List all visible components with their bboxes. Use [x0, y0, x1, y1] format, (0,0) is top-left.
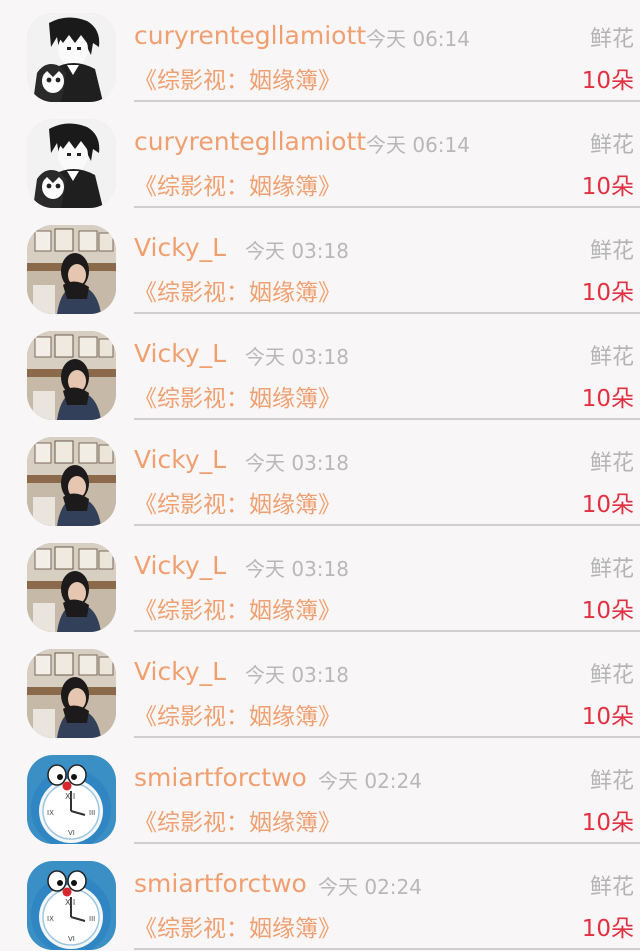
username[interactable]: smiartforctwo [134, 869, 307, 898]
svg-text:III: III [89, 809, 95, 817]
timestamp: 今天 03:18 [245, 557, 349, 581]
gift-type-label: 鲜花 [589, 27, 634, 52]
gift-type-label: 鲜花 [589, 557, 634, 582]
book-title[interactable]: 《综影视：姻缘簿》 [134, 591, 341, 625]
row-divider [134, 100, 640, 102]
avatar[interactable]: XII III IX VI [27, 755, 116, 844]
timestamp: 今天 03:18 [245, 239, 349, 263]
gift-type-label: 鲜花 [589, 133, 634, 158]
gift-type-label: 鲜花 [589, 451, 634, 476]
username[interactable]: smiartforctwo [134, 763, 307, 792]
gift-record-row[interactable]: curyrentegllamiott 今天 06:14 鲜花 《综影视：姻缘簿》… [0, 0, 640, 103]
username[interactable]: Vicky_L [134, 657, 226, 686]
timestamp: 今天 03:18 [245, 345, 349, 369]
book-title[interactable]: 《综影视：姻缘簿》 [134, 909, 341, 943]
svg-text:IX: IX [47, 809, 54, 817]
row-divider [134, 418, 640, 420]
book-title[interactable]: 《综影视：姻缘簿》 [134, 697, 341, 731]
row-divider [134, 312, 640, 314]
gift-record-row[interactable]: Vicky_L 今天 03:18 鲜花 《综影视：姻缘簿》 10朵 [0, 421, 640, 527]
gift-amount: 10朵 [581, 174, 634, 200]
timestamp: 今天 03:18 [245, 663, 349, 687]
row-divider [134, 736, 640, 738]
gift-amount: 10朵 [581, 704, 634, 730]
username[interactable]: curyrentegllamiott [134, 127, 366, 156]
row-divider [134, 524, 640, 526]
book-title[interactable]: 《综影视：姻缘簿》 [134, 61, 341, 95]
row-divider [134, 630, 640, 632]
username[interactable]: curyrentegllamiott [134, 21, 366, 50]
gift-type-label: 鲜花 [589, 769, 634, 794]
timestamp: 今天 06:14 [366, 27, 470, 51]
avatar[interactable] [27, 13, 116, 102]
timestamp: 今天 02:24 [318, 769, 422, 793]
username[interactable]: Vicky_L [134, 339, 226, 368]
timestamp: 今天 03:18 [245, 451, 349, 475]
book-title[interactable]: 《综影视：姻缘簿》 [134, 273, 341, 307]
gift-amount: 10朵 [581, 386, 634, 412]
gift-record-row[interactable]: Vicky_L 今天 03:18 鲜花 《综影视：姻缘簿》 10朵 [0, 315, 640, 421]
gift-type-label: 鲜花 [589, 239, 634, 264]
avatar[interactable] [27, 437, 116, 526]
row-divider [134, 842, 640, 844]
gift-record-row[interactable]: XII III IX VI smiartforctwo 今天 02:24 鲜花 … [0, 845, 640, 951]
book-title[interactable]: 《综影视：姻缘簿》 [134, 803, 341, 837]
gift-type-label: 鲜花 [589, 663, 634, 688]
gift-amount: 10朵 [581, 68, 634, 94]
avatar[interactable] [27, 543, 116, 632]
gift-amount: 10朵 [581, 280, 634, 306]
gift-amount: 10朵 [581, 916, 634, 942]
gift-record-row[interactable]: curyrentegllamiott 今天 06:14 鲜花 《综影视：姻缘簿》… [0, 103, 640, 209]
avatar[interactable] [27, 225, 116, 314]
username[interactable]: Vicky_L [134, 233, 226, 262]
gift-record-row[interactable]: XII III IX VI smiartforctwo 今天 02:24 鲜花 … [0, 739, 640, 845]
gift-type-label: 鲜花 [589, 875, 634, 900]
svg-text:III: III [89, 915, 95, 923]
avatar[interactable] [27, 119, 116, 208]
book-title[interactable]: 《综影视：姻缘簿》 [134, 167, 341, 201]
username[interactable]: Vicky_L [134, 445, 226, 474]
username[interactable]: Vicky_L [134, 551, 226, 580]
book-title[interactable]: 《综影视：姻缘簿》 [134, 379, 341, 413]
gift-record-row[interactable]: Vicky_L 今天 03:18 鲜花 《综影视：姻缘簿》 10朵 [0, 633, 640, 739]
gift-record-list: curyrentegllamiott 今天 06:14 鲜花 《综影视：姻缘簿》… [0, 0, 640, 951]
book-title[interactable]: 《综影视：姻缘簿》 [134, 485, 341, 519]
gift-type-label: 鲜花 [589, 345, 634, 370]
gift-amount: 10朵 [581, 598, 634, 624]
svg-text:VI: VI [68, 829, 75, 837]
gift-amount: 10朵 [581, 810, 634, 836]
svg-text:VI: VI [68, 935, 75, 943]
svg-text:IX: IX [47, 915, 54, 923]
row-divider [134, 206, 640, 208]
timestamp: 今天 06:14 [366, 133, 470, 157]
svg-text:XII: XII [65, 792, 75, 801]
gift-record-row[interactable]: Vicky_L 今天 03:18 鲜花 《综影视：姻缘簿》 10朵 [0, 209, 640, 315]
gift-record-row[interactable]: Vicky_L 今天 03:18 鲜花 《综影视：姻缘簿》 10朵 [0, 527, 640, 633]
svg-text:XII: XII [65, 898, 75, 907]
gift-amount: 10朵 [581, 492, 634, 518]
avatar[interactable] [27, 331, 116, 420]
avatar[interactable] [27, 649, 116, 738]
timestamp: 今天 02:24 [318, 875, 422, 899]
avatar[interactable]: XII III IX VI [27, 861, 116, 950]
